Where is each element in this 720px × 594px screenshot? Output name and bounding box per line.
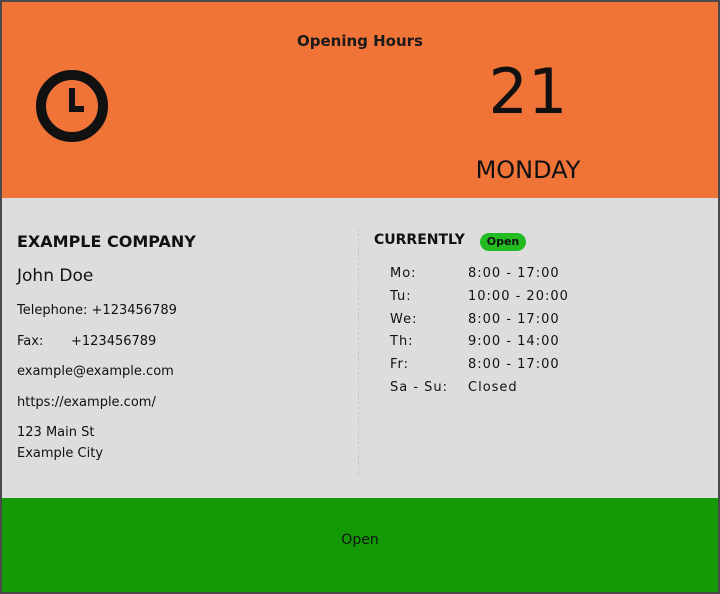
fax-label: Fax: bbox=[17, 334, 44, 349]
status-badge: Open bbox=[480, 233, 526, 251]
opening-hours-widget: Opening Hours 21 MONDAY EXAMPLE COMPANY … bbox=[0, 0, 720, 594]
hours-row-weekend: Sa - Su: Closed bbox=[390, 380, 610, 400]
hours-day: Mo: bbox=[390, 266, 417, 281]
hours-row-monday: Mo: 8:00 - 17:00 bbox=[390, 266, 610, 286]
hours-row-wednesday: We: 8:00 - 17:00 bbox=[390, 312, 610, 332]
day-name: MONDAY bbox=[475, 156, 581, 184]
info-panel: EXAMPLE COMPANY John Doe Telephone: +123… bbox=[2, 198, 718, 498]
hours-time: 9:00 - 14:00 bbox=[468, 334, 560, 349]
telephone: Telephone: +123456789 bbox=[17, 303, 177, 318]
day-number: 21 bbox=[488, 55, 568, 128]
clock-icon bbox=[36, 70, 108, 142]
fax: Fax: +123456789 bbox=[17, 334, 156, 349]
hours-row-tuesday: Tu: 10:00 - 20:00 bbox=[390, 289, 610, 309]
hours-row-friday: Fr: 8:00 - 17:00 bbox=[390, 357, 610, 377]
status-footer: Open bbox=[2, 498, 718, 592]
address-line-1: 123 Main St bbox=[17, 425, 95, 440]
website-link[interactable]: https://example.com/ bbox=[17, 395, 156, 410]
header-banner: Opening Hours 21 MONDAY bbox=[2, 2, 718, 198]
hours-day: Fr: bbox=[390, 357, 410, 372]
hours-time: Closed bbox=[468, 380, 518, 395]
hours-day: Tu: bbox=[390, 289, 412, 304]
address-line-2: Example City bbox=[17, 446, 104, 461]
fax-value: +123456789 bbox=[71, 334, 157, 349]
hours-time: 8:00 - 17:00 bbox=[468, 266, 560, 281]
hours-time: 10:00 - 20:00 bbox=[468, 289, 569, 304]
contact-person: John Doe bbox=[17, 266, 94, 286]
column-divider bbox=[358, 228, 359, 474]
footer-status-text: Open bbox=[341, 532, 379, 548]
hours-time: 8:00 - 17:00 bbox=[468, 312, 560, 327]
hours-day: We: bbox=[390, 312, 418, 327]
hours-day: Sa - Su: bbox=[390, 380, 449, 395]
hours-day: Th: bbox=[390, 334, 414, 349]
hours-row-thursday: Th: 9:00 - 14:00 bbox=[390, 334, 610, 354]
hours-time: 8:00 - 17:00 bbox=[468, 357, 560, 372]
company-name: EXAMPLE COMPANY bbox=[17, 232, 196, 251]
widget-title: Opening Hours bbox=[297, 32, 423, 50]
email-link[interactable]: example@example.com bbox=[17, 364, 174, 379]
currently-label: CURRENTLY bbox=[374, 232, 465, 248]
